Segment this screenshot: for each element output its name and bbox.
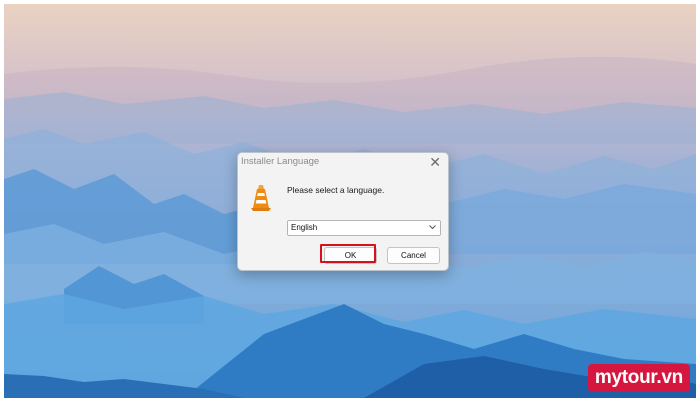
language-dropdown[interactable]: English bbox=[287, 220, 441, 236]
close-icon[interactable]: ✕ bbox=[429, 154, 441, 170]
title-bar[interactable]: Installer Language ✕ bbox=[238, 153, 448, 172]
select-language-prompt: Please select a language. bbox=[287, 185, 385, 195]
chevron-down-icon bbox=[429, 225, 436, 230]
mytour-watermark: mytour.vn bbox=[587, 364, 690, 392]
installer-language-dialog: Installer Language ✕ Please select a lan… bbox=[237, 152, 449, 271]
desktop-wallpaper: Installer Language ✕ Please select a lan… bbox=[4, 4, 696, 398]
dialog-title: Installer Language bbox=[241, 156, 320, 167]
cancel-button[interactable]: Cancel bbox=[387, 247, 440, 264]
vlc-cone-icon bbox=[251, 185, 271, 211]
language-selected-value: English bbox=[291, 223, 318, 232]
ok-button[interactable]: OK bbox=[324, 247, 377, 264]
